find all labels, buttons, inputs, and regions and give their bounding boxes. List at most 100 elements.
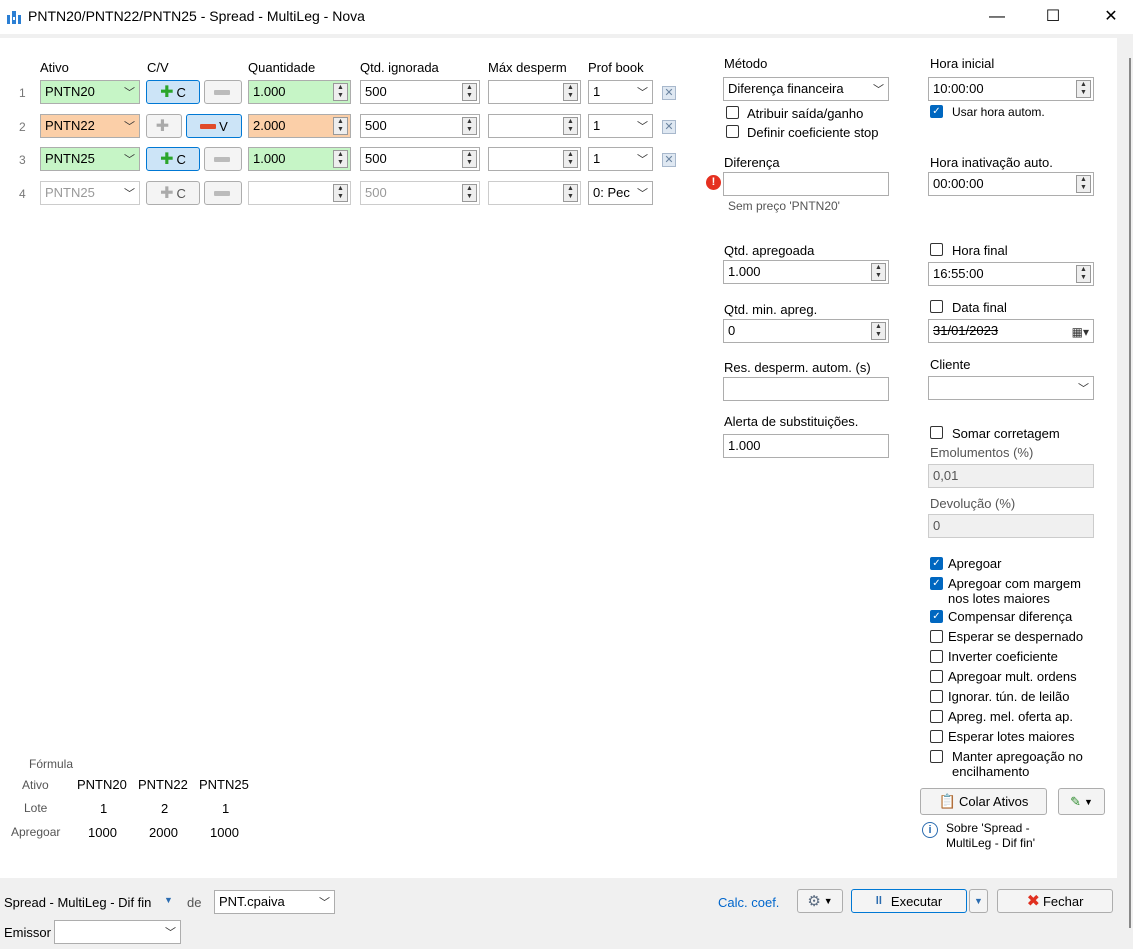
res-desperm-input[interactable] — [723, 377, 889, 401]
max-desperm-input[interactable]: ▲ ▼ — [488, 114, 581, 138]
buy-button[interactable]: ✚ — [146, 114, 182, 138]
row-number: 2 — [19, 120, 26, 134]
cliente-select[interactable]: ﹀ — [928, 376, 1094, 400]
remove-row-icon[interactable]: ✕ — [662, 153, 676, 167]
hora-final-input[interactable]: 16:55:00 ▲ ▼ — [928, 262, 1094, 286]
qtd-ignorada-input[interactable]: 500 ▲ ▼ — [360, 181, 480, 205]
quantidade-input[interactable]: 2.000 ▲ ▼ — [248, 114, 351, 138]
option-checkbox[interactable] — [930, 750, 943, 763]
sell-button[interactable]: V — [186, 114, 242, 138]
spin-icon[interactable]: ▲ ▼ — [462, 184, 477, 202]
spin-icon[interactable]: ▲ ▼ — [462, 83, 477, 101]
scrollbar[interactable] — [1119, 38, 1133, 949]
sell-button[interactable] — [204, 147, 242, 171]
spin-icon[interactable]: ▲ ▼ — [1076, 265, 1091, 283]
settings-menu-button[interactable]: ⚙ ▼ — [797, 889, 843, 913]
atribuir-saida-label: Atribuir saída/ganho — [747, 106, 864, 121]
hora-final-checkbox[interactable] — [930, 243, 943, 256]
header-quantidade: Quantidade — [248, 60, 316, 75]
executar-button[interactable]: ll Executar — [851, 889, 967, 913]
sell-button[interactable] — [204, 181, 242, 205]
spin-icon[interactable]: ▲ ▼ — [871, 322, 886, 340]
buy-button[interactable]: ✚ C — [146, 181, 200, 205]
close-button[interactable]: ✕ — [1088, 0, 1133, 34]
alerta-input[interactable]: 1.000 — [723, 434, 889, 458]
strategy-select[interactable]: Spread - MultiLeg - Dif fin — [4, 895, 151, 910]
spin-icon[interactable]: ▲ ▼ — [563, 150, 578, 168]
option-checkbox[interactable]: ✓ — [930, 557, 943, 570]
spin-icon[interactable]: ▲ ▼ — [563, 184, 578, 202]
ativo-select[interactable]: PNTN20 ﹀ — [40, 80, 140, 104]
hora-inativacao-input[interactable]: 00:00:00 ▲ ▼ — [928, 172, 1094, 196]
buy-button[interactable]: ✚ C — [146, 80, 200, 104]
emissor-select[interactable]: ﹀ — [54, 920, 181, 944]
qtd-ignorada-input[interactable]: 500 ▲ ▼ — [360, 80, 480, 104]
option-checkbox[interactable] — [930, 650, 943, 663]
option-checkbox[interactable] — [930, 630, 943, 643]
option-checkbox[interactable] — [930, 710, 943, 723]
executar-dropdown[interactable]: ▼ — [969, 889, 988, 913]
max-desperm-input[interactable]: ▲ ▼ — [488, 181, 581, 205]
spin-icon[interactable]: ▲ ▼ — [333, 117, 348, 135]
data-final-input[interactable]: 31/01/2023 ▦▾ — [928, 319, 1094, 343]
prof-book-select[interactable]: 1 ﹀ — [588, 80, 653, 104]
max-desperm-input[interactable]: ▲ ▼ — [488, 80, 581, 104]
ativo-select[interactable]: PNTN25 ﹀ — [40, 181, 140, 205]
spin-icon[interactable]: ▲ ▼ — [563, 117, 578, 135]
de-label: de — [187, 895, 202, 910]
prof-book-select[interactable]: 0: Pec ﹀ — [588, 181, 653, 205]
maximize-button[interactable]: ☐ — [1030, 0, 1076, 34]
spin-icon[interactable]: ▲ ▼ — [333, 150, 348, 168]
metodo-select[interactable]: Diferença financeira ﹀ — [723, 77, 889, 101]
prof-book-select[interactable]: 1 ﹀ — [588, 114, 653, 138]
chevron-down-icon: ﹀ — [1078, 383, 1089, 395]
spin-icon[interactable]: ▲ ▼ — [563, 83, 578, 101]
spin-icon[interactable]: ▲ ▼ — [1076, 80, 1091, 98]
spin-icon[interactable]: ▲ ▼ — [462, 150, 477, 168]
edit-menu-button[interactable]: ✎ ▼ — [1058, 788, 1105, 815]
spin-icon[interactable]: ▲ ▼ — [333, 184, 348, 202]
max-desperm-input[interactable]: ▲ ▼ — [488, 147, 581, 171]
somar-corretagem-checkbox[interactable] — [930, 426, 943, 439]
account-select[interactable]: PNT.cpaiva ﹀ — [214, 890, 335, 914]
quantidade-input[interactable]: 1.000 ▲ ▼ — [248, 80, 351, 104]
sell-button[interactable] — [204, 80, 242, 104]
row-number: 1 — [19, 86, 26, 100]
spin-icon[interactable]: ▲ ▼ — [462, 117, 477, 135]
buy-button[interactable]: ✚ C — [146, 147, 200, 171]
ativo-select[interactable]: PNTN25 ﹀ — [40, 147, 140, 171]
fechar-button[interactable]: ✖ Fechar — [997, 889, 1113, 913]
ativo-select[interactable]: PNTN22 ﹀ — [40, 114, 140, 138]
prof-book-select[interactable]: 1 ﹀ — [588, 147, 653, 171]
spin-icon[interactable]: ▲ ▼ — [1076, 175, 1091, 193]
quantidade-input[interactable]: ▲ ▼ — [248, 181, 351, 205]
gear-icon: ⚙ — [807, 893, 821, 910]
diferenca-input[interactable] — [723, 172, 889, 196]
option-checkbox[interactable] — [930, 690, 943, 703]
minimize-button[interactable]: — — [974, 0, 1020, 34]
calc-coef-link[interactable]: Calc. coef. — [718, 895, 779, 910]
option-checkbox[interactable]: ✓ — [930, 610, 943, 623]
hora-inicial-input[interactable]: 10:00:00 ▲ ▼ — [928, 77, 1094, 101]
atribuir-saida-checkbox[interactable] — [726, 106, 739, 119]
data-final-checkbox[interactable] — [930, 300, 943, 313]
qtd-min-input[interactable]: 0 ▲ ▼ — [723, 319, 889, 343]
quantidade-input[interactable]: 1.000 ▲ ▼ — [248, 147, 351, 171]
colar-ativos-button[interactable]: 📋 Colar Ativos — [920, 788, 1047, 815]
option-checkbox[interactable]: ✓ — [930, 577, 943, 590]
qtd-ignorada-input[interactable]: 500 ▲ ▼ — [360, 114, 480, 138]
definir-coef-checkbox[interactable] — [726, 125, 739, 138]
spin-icon[interactable]: ▲ ▼ — [333, 83, 348, 101]
remove-row-icon[interactable]: ✕ — [662, 86, 676, 100]
remove-row-icon[interactable]: ✕ — [662, 120, 676, 134]
formula-ativo-label: Ativo — [22, 778, 49, 792]
calendar-icon[interactable]: ▦▾ — [1072, 323, 1089, 341]
option-checkbox[interactable] — [930, 730, 943, 743]
qtd-ignorada-input[interactable]: 500 ▲ ▼ — [360, 147, 480, 171]
spin-icon[interactable]: ▲ ▼ — [871, 263, 886, 281]
option-checkbox[interactable] — [930, 670, 943, 683]
sobre-link[interactable]: Sobre 'Spread - MultiLeg - Dif fin' — [946, 821, 1066, 851]
chevron-down-icon[interactable]: ▼ — [164, 895, 173, 905]
qtd-apregoada-input[interactable]: 1.000 ▲ ▼ — [723, 260, 889, 284]
usar-hora-autom-checkbox[interactable]: ✓ — [930, 105, 943, 118]
